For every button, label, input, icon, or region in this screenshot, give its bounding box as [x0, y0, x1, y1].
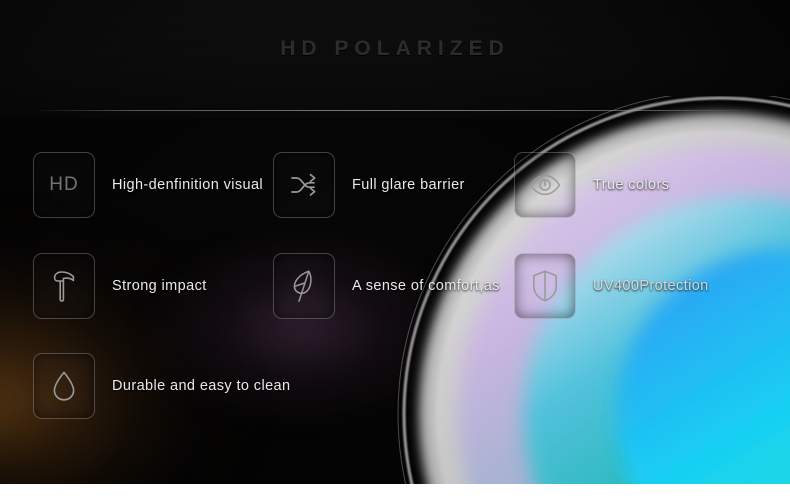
feature-label-comfort: A sense of comfort,as	[352, 278, 500, 294]
feature-label-clean: Durable and easy to clean	[112, 378, 291, 394]
feature-item-hd[interactable]: HD High-denfinition visual	[33, 152, 263, 218]
shuffle-icon	[273, 152, 335, 218]
product-feature-banner: HD POLARIZED HD High-denfinition visual …	[0, 0, 790, 503]
feature-label-hd: High-denfinition visual	[112, 177, 264, 193]
hammer-icon	[33, 253, 95, 319]
feature-item-impact[interactable]: Strong impact	[33, 253, 207, 319]
page-bottom-strip	[0, 484, 790, 503]
feature-item-clean[interactable]: Durable and easy to clean	[33, 353, 290, 419]
feature-label-impact: Strong impact	[112, 278, 207, 294]
hd-icon-label: HD	[49, 174, 79, 195]
feature-item-true-colors[interactable]: True colors	[514, 152, 669, 218]
feature-label-uv400: UV400Protection	[593, 278, 709, 294]
feature-label-true-colors: True colors	[593, 177, 670, 193]
droplet-icon	[33, 353, 95, 419]
feature-item-uv400[interactable]: UV400Protection	[514, 253, 709, 319]
feature-item-comfort[interactable]: A sense of comfort,as	[273, 253, 500, 319]
shield-icon	[514, 253, 576, 319]
feather-icon	[273, 253, 335, 319]
feature-label-glare: Full glare barrier	[352, 177, 465, 193]
feature-item-glare[interactable]: Full glare barrier	[273, 152, 465, 218]
feature-grid: HD High-denfinition visual Full glare ba…	[0, 0, 790, 503]
hd-text-icon: HD	[33, 152, 95, 218]
eye-icon	[514, 152, 576, 218]
